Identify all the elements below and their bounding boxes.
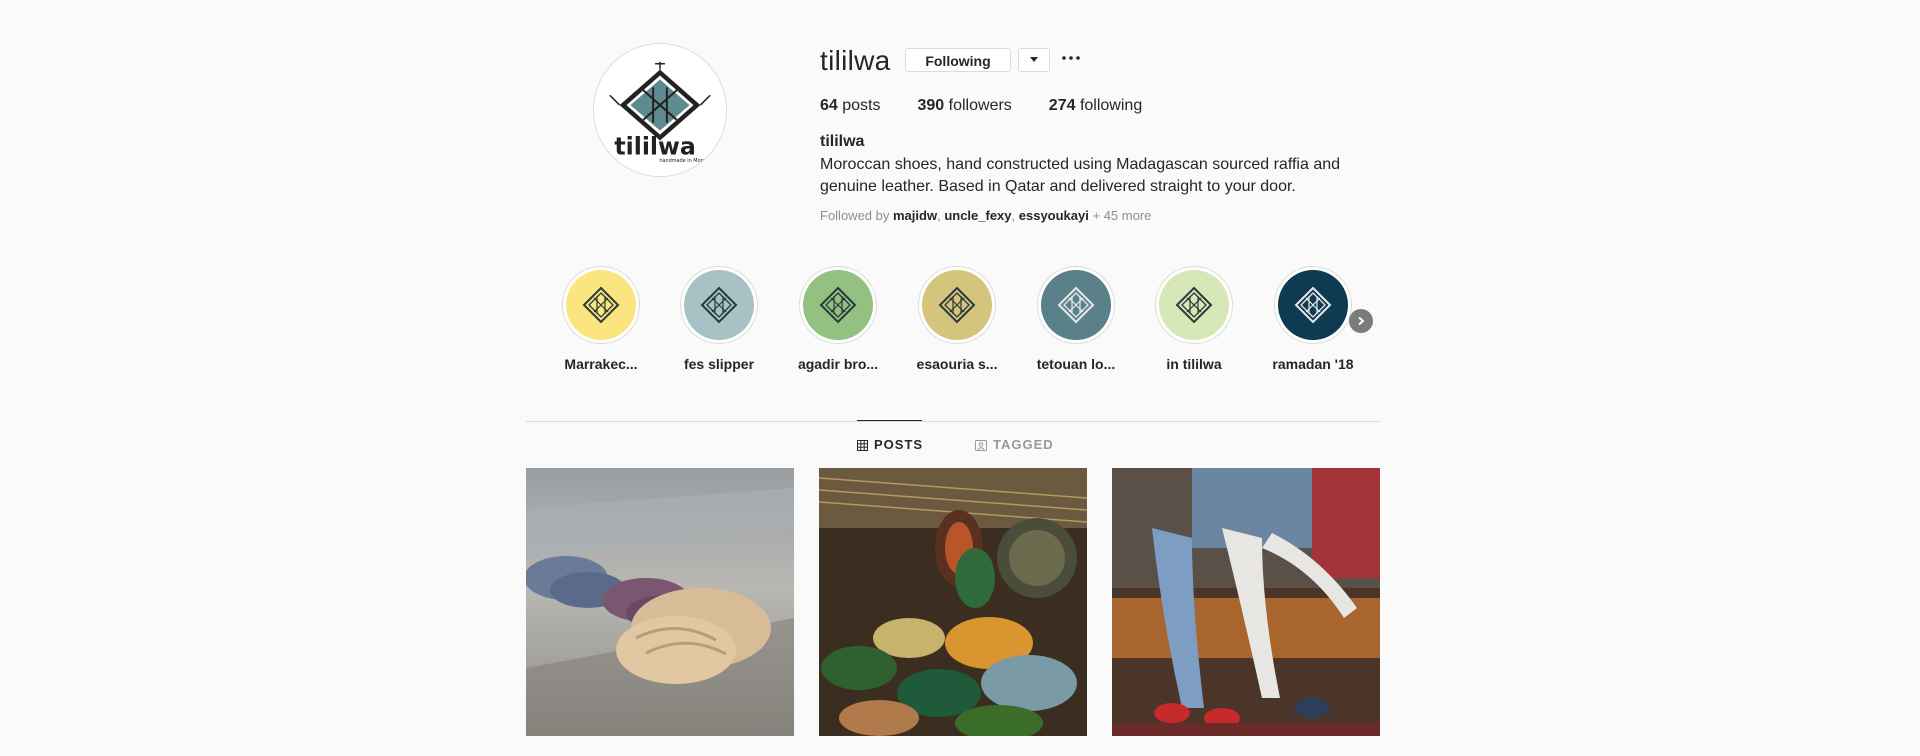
highlight-label: in tililwa: [1166, 356, 1222, 372]
post-thumbnail[interactable]: [1112, 468, 1380, 736]
post-thumbnail[interactable]: [526, 468, 794, 736]
diamond-logo-icon: [938, 286, 976, 324]
post-thumbnail[interactable]: [819, 468, 1087, 736]
follower-link-essyoukayi[interactable]: essyoukayi: [1019, 208, 1089, 223]
followed-by: Followed by majidw, uncle_fexy, essyouka…: [820, 208, 1152, 223]
svg-text:tililwa: tililwa: [614, 132, 695, 160]
highlight-cover: [566, 270, 636, 340]
diamond-logo-icon: [1175, 286, 1213, 324]
highlight-cover: [1041, 270, 1111, 340]
ceramics-photo: [819, 468, 1087, 736]
follower-link-majidw[interactable]: majidw: [893, 208, 937, 223]
highlight-item[interactable]: tetouan lo...: [1029, 266, 1123, 373]
followers-count: 390: [917, 97, 945, 114]
highlight-ring: [562, 266, 640, 344]
highlight-ring: [1037, 266, 1115, 344]
suggestions-dropdown-button[interactable]: [1018, 48, 1050, 72]
following-stat[interactable]: 274 following: [1049, 96, 1142, 116]
posts-stat: 64 posts: [820, 96, 881, 116]
following-count: 274: [1048, 97, 1076, 114]
tab-tagged[interactable]: TAGGED: [975, 437, 1054, 453]
highlight-cover: [803, 270, 873, 340]
highlight-label: fes slipper: [683, 356, 755, 372]
profile-stats: 64 posts 390 followers 274 following: [820, 96, 1142, 116]
highlight-item[interactable]: ramadan '18: [1266, 266, 1360, 373]
highlight-label: ramadan '18: [1272, 356, 1354, 372]
highlight-label: esaouria s...: [916, 356, 998, 372]
highlight-ring: [799, 266, 877, 344]
tab-posts-label: POSTS: [874, 437, 924, 452]
highlight-ring: [918, 266, 996, 344]
posts-stat-label: posts: [842, 97, 881, 114]
following-stat-label: following: [1079, 97, 1143, 114]
caret-down-icon: [1030, 57, 1038, 62]
highlights-next-button[interactable]: [1349, 309, 1373, 333]
followed-by-prefix: Followed by: [820, 208, 890, 223]
highlight-label: tetouan lo...: [1036, 356, 1116, 372]
highlight-label: Marrakec...: [564, 356, 638, 372]
bio-line: genuine leather. Based in Qatar and deli…: [820, 178, 1296, 195]
followers-stat[interactable]: 390 followers: [918, 96, 1012, 116]
highlight-item[interactable]: fes slipper: [672, 266, 766, 373]
highlight-item[interactable]: Marrakec...: [554, 266, 648, 373]
chevron-right-icon: [1358, 316, 1365, 326]
highlight-ring: [1274, 266, 1352, 344]
tab-posts[interactable]: POSTS: [857, 437, 923, 453]
tab-tagged-label: TAGGED: [993, 437, 1054, 452]
highlight-ring: [680, 266, 758, 344]
bio-line: Moroccan shoes, hand constructed using M…: [820, 156, 1341, 173]
profile-bio: Moroccan shoes, hand constructed using M…: [820, 154, 1360, 198]
highlight-item[interactable]: esaouria s...: [910, 266, 1004, 373]
highlight-cover: [922, 270, 992, 340]
following-button[interactable]: Following: [905, 48, 1011, 72]
svg-text:handmade in Morocco: handmade in Morocco: [659, 158, 713, 164]
diamond-logo-icon: [1057, 286, 1095, 324]
diamond-logo-icon: [582, 286, 620, 324]
shoes-photo: [526, 468, 794, 736]
highlight-cover: [1159, 270, 1229, 340]
posts-count: 64: [820, 97, 838, 114]
followed-by-more[interactable]: + 45 more: [1092, 208, 1151, 223]
tililwa-logo: tililwa handmade in Morocco: [594, 44, 726, 176]
profile-full-name: tililwa: [820, 133, 865, 150]
tagged-icon: [975, 439, 987, 451]
grid-icon: [857, 439, 868, 451]
profile-username: tililwa: [820, 45, 891, 76]
tabs-divider: [526, 421, 1381, 422]
highlight-item[interactable]: agadir bro...: [791, 266, 885, 373]
followers-stat-label: followers: [948, 97, 1012, 114]
highlight-label: agadir bro...: [797, 356, 879, 372]
follower-link-uncle-fexy[interactable]: uncle_fexy: [944, 208, 1011, 223]
people-sofa-photo: [1112, 468, 1380, 736]
diamond-logo-icon: [819, 286, 857, 324]
diamond-logo-icon: [700, 286, 738, 324]
more-options-icon: [1062, 56, 1080, 60]
profile-avatar[interactable]: tililwa handmade in Morocco: [593, 43, 727, 177]
highlight-cover: [1278, 270, 1348, 340]
active-tab-indicator: [857, 420, 922, 421]
options-button[interactable]: [1060, 46, 1082, 70]
highlight-item[interactable]: in tililwa: [1147, 266, 1241, 373]
highlight-ring: [1155, 266, 1233, 344]
diamond-logo-icon: [1294, 286, 1332, 324]
highlight-cover: [684, 270, 754, 340]
